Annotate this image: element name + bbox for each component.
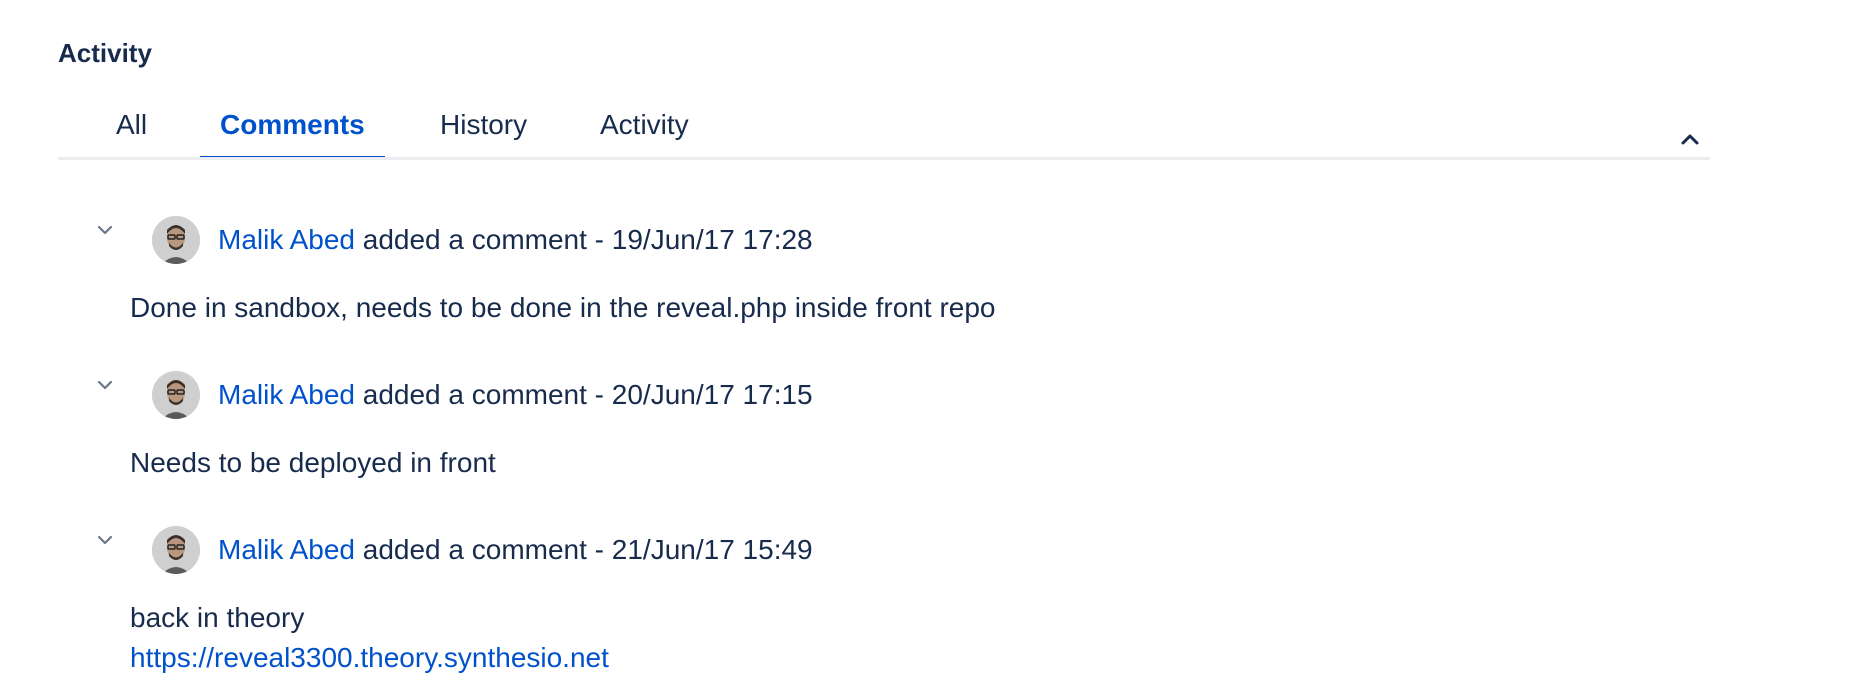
tabs-divider (58, 157, 1710, 160)
avatar[interactable] (152, 371, 200, 419)
comment-author-link[interactable]: Malik Abed (218, 379, 355, 410)
comment-separator: - (594, 224, 604, 255)
collapse-button[interactable] (1678, 128, 1702, 152)
tab-activity-label: Activity (600, 109, 689, 140)
comment-action: added a comment (362, 224, 587, 255)
comment-timestamp[interactable]: 21/Jun/17 15:49 (612, 534, 813, 565)
comment-header: Malik Abed added a comment - 20/Jun/17 1… (218, 378, 813, 412)
comment-header: Malik Abed added a comment - 21/Jun/17 1… (218, 533, 813, 567)
comment-action: added a comment (362, 534, 587, 565)
comment-action: added a comment (362, 379, 587, 410)
tab-comments-label: Comments (220, 109, 365, 140)
comment-timestamp[interactable]: 19/Jun/17 17:28 (612, 224, 813, 255)
comment-toggle-button[interactable] (94, 532, 116, 548)
tab-all-label: All (116, 109, 148, 140)
comment-text: Done in sandbox, needs to be done in the… (130, 292, 996, 323)
tab-comments[interactable]: Comments (200, 109, 385, 160)
user-avatar-icon (152, 216, 200, 264)
comment-text: Needs to be deployed in front (130, 447, 496, 478)
user-avatar-icon (152, 371, 200, 419)
comment-timestamp[interactable]: 20/Jun/17 17:15 (612, 379, 813, 410)
comment-body: Needs to be deployed in front (130, 443, 496, 483)
activity-tabs: All Comments History Activity (58, 98, 1710, 160)
chevron-down-icon (97, 535, 113, 545)
comment-author-link[interactable]: Malik Abed (218, 224, 355, 255)
user-avatar-icon (152, 526, 200, 574)
activity-heading: Activity (58, 38, 152, 68)
comment-header: Malik Abed added a comment - 19/Jun/17 1… (218, 223, 813, 257)
comment-separator: - (594, 379, 604, 410)
comment-body: Done in sandbox, needs to be done in the… (130, 288, 996, 328)
tab-activity[interactable]: Activity (580, 110, 709, 157)
comment-toggle-button[interactable] (94, 222, 116, 238)
comment-text: back in theory (130, 602, 305, 633)
comment-body: back in theory https://reveal3300.theory… (130, 598, 609, 678)
chevron-down-icon (97, 380, 113, 390)
avatar[interactable] (152, 216, 200, 264)
comment-author-link[interactable]: Malik Abed (218, 534, 355, 565)
chevron-up-icon (1681, 134, 1699, 145)
comment-body-link[interactable]: https://reveal3300.theory.synthesio.net (130, 638, 609, 678)
chevron-down-icon (97, 225, 113, 235)
tab-history-label: History (440, 109, 528, 140)
comment-separator: - (594, 534, 604, 565)
comment-toggle-button[interactable] (94, 377, 116, 393)
tab-all[interactable]: All (96, 110, 167, 157)
tab-history[interactable]: History (420, 110, 547, 157)
avatar[interactable] (152, 526, 200, 574)
